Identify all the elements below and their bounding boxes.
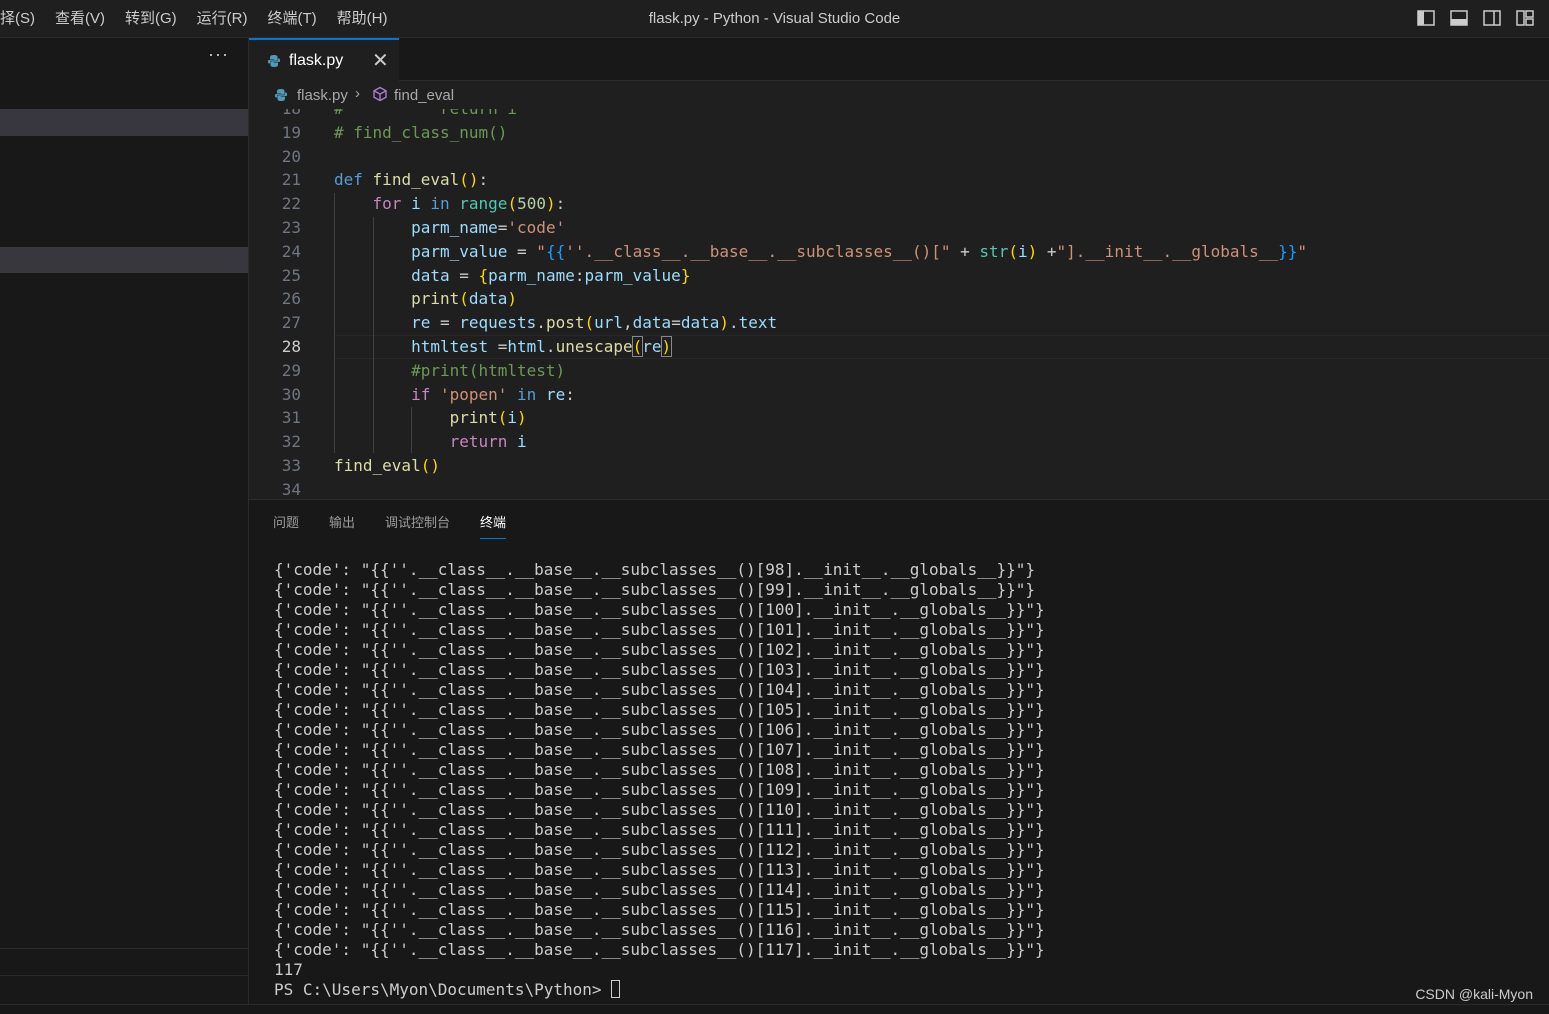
- panel-tabs: 问题 输出 调试控制台 终端: [273, 514, 507, 539]
- menu-item-run[interactable]: 运行(R): [187, 0, 258, 37]
- terminal-line: {'code': "{{''.__class__.__base__.__subc…: [274, 880, 1045, 899]
- toggle-secondary-sidebar-icon[interactable]: [1482, 8, 1502, 28]
- terminal-line: {'code': "{{''.__class__.__base__.__subc…: [274, 900, 1045, 919]
- tab-terminal[interactable]: 终端: [480, 514, 507, 539]
- editor-tab-bar: flask.py ✕: [249, 38, 1549, 81]
- breadcrumb-symbol[interactable]: find_eval: [394, 87, 454, 104]
- menu-item-help[interactable]: 帮助(H): [327, 0, 398, 37]
- line-number: 21: [281, 170, 301, 190]
- line-number: 31: [281, 408, 301, 428]
- tab-problems[interactable]: 问题: [273, 514, 299, 538]
- toggle-panel-icon[interactable]: [1449, 8, 1469, 28]
- terminal-line: {'code': "{{''.__class__.__base__.__subc…: [274, 720, 1045, 739]
- menu-bar: 择(S) 查看(V) 转到(G) 运行(R) 终端(T) 帮助(H): [0, 0, 397, 37]
- terminal-prompt[interactable]: PS C:\Users\Myon\Documents\Python>: [274, 980, 1045, 1000]
- terminal-line: {'code': "{{''.__class__.__base__.__subc…: [274, 840, 1045, 859]
- layout-controls: [1416, 8, 1535, 28]
- breadcrumb: flask.py › find_eval: [249, 82, 1549, 109]
- code-line: def find_eval():: [334, 170, 489, 190]
- menu-item-terminal[interactable]: 终端(T): [258, 0, 327, 37]
- code-line: parm_value = "{{''.__class__.__base__.__…: [411, 241, 1307, 261]
- menu-item-selection[interactable]: 择(S): [0, 0, 45, 37]
- line-number: 28: [281, 337, 301, 356]
- line-number: 34: [281, 479, 301, 499]
- line-number: 29: [281, 360, 301, 380]
- terminal-line: {'code': "{{''.__class__.__base__.__subc…: [274, 940, 1045, 959]
- terminal-line: {'code': "{{''.__class__.__base__.__subc…: [274, 580, 1035, 599]
- line-number: 20: [281, 146, 301, 166]
- line-number: 24: [281, 241, 301, 261]
- line-number: 22: [281, 194, 301, 214]
- code-line: find_eval(): [334, 456, 440, 475]
- code-line: # return i: [334, 109, 517, 118]
- tab-output[interactable]: 输出: [329, 514, 355, 538]
- line-number: 33: [281, 456, 301, 475]
- code-line: if 'popen' in re:: [411, 384, 575, 404]
- close-icon[interactable]: ✕: [372, 48, 389, 73]
- line-number: 18: [249, 109, 301, 118]
- python-file-icon: [267, 55, 281, 67]
- menu-item-view[interactable]: 查看(V): [45, 0, 115, 37]
- terminal-cursor: [611, 980, 621, 998]
- terminal-line: {'code': "{{''.__class__.__base__.__subc…: [274, 920, 1045, 939]
- terminal-line: {'code': "{{''.__class__.__base__.__subc…: [274, 800, 1045, 819]
- code-line: print(data): [411, 289, 518, 309]
- terminal-line: {'code': "{{''.__class__.__base__.__subc…: [274, 740, 1045, 759]
- terminal-line: {'code': "{{''.__class__.__base__.__subc…: [274, 660, 1045, 679]
- code-line: print(i): [449, 408, 527, 428]
- code-line: #print(htmltest): [411, 360, 566, 380]
- sidebar: ···: [0, 38, 249, 1013]
- symbol-method-icon: [373, 86, 387, 102]
- code-line: parm_name='code': [411, 218, 566, 237]
- terminal-line: {'code': "{{''.__class__.__base__.__subc…: [274, 560, 1035, 579]
- tab-flask-py[interactable]: flask.py ✕: [249, 38, 399, 81]
- menu-item-go[interactable]: 转到(G): [115, 0, 187, 37]
- terminal-line: {'code': "{{''.__class__.__base__.__subc…: [274, 600, 1045, 619]
- title-bar: 择(S) 查看(V) 转到(G) 运行(R) 终端(T) 帮助(H) flask…: [0, 0, 1549, 38]
- sidebar-divider: [0, 975, 248, 976]
- terminal-line: {'code': "{{''.__class__.__base__.__subc…: [274, 680, 1045, 699]
- line-number: 25: [281, 265, 301, 285]
- line-number: 30: [281, 384, 301, 404]
- line-number: 23: [281, 218, 301, 237]
- terminal-line: {'code': "{{''.__class__.__base__.__subc…: [274, 700, 1045, 719]
- sidebar-selected-row[interactable]: [0, 109, 248, 136]
- terminal-line: {'code': "{{''.__class__.__base__.__subc…: [274, 620, 1045, 639]
- code-line: htmltest =html.unescape(re): [411, 336, 673, 357]
- terminal-line: {'code': "{{''.__class__.__base__.__subc…: [274, 640, 1045, 659]
- terminal-line: {'code': "{{''.__class__.__base__.__subc…: [274, 860, 1045, 879]
- tab-label: flask.py: [289, 52, 344, 69]
- bottom-panel: 问题 输出 调试控制台 终端 {'code': "{{''.__class__.…: [249, 499, 1549, 1005]
- sidebar-selected-row[interactable]: [0, 247, 248, 273]
- terminal-line: {'code': "{{''.__class__.__base__.__subc…: [274, 760, 1045, 779]
- watermark: CSDN @kali-Myon: [1415, 986, 1533, 1002]
- python-file-icon: [274, 89, 288, 101]
- breadcrumb-file[interactable]: flask.py: [297, 87, 348, 104]
- line-number: 32: [281, 432, 301, 452]
- tab-debug-console[interactable]: 调试控制台: [385, 514, 450, 538]
- terminal-line: {'code': "{{''.__class__.__base__.__subc…: [274, 780, 1045, 799]
- code-line: re = requests.post(url,data=data).text: [411, 313, 778, 333]
- code-line: return i: [449, 432, 527, 452]
- more-actions-button[interactable]: ···: [208, 44, 229, 65]
- code-line: for i in range(500):: [372, 194, 566, 214]
- code-line: # find_class_num(): [334, 122, 508, 142]
- code-line: data = {parm_name:parm_value}: [411, 265, 691, 285]
- terminal-line: 117: [274, 960, 303, 979]
- code-editor[interactable]: 18 # return i 19 # find_class_num() 20 21 def …: [249, 109, 1549, 499]
- line-number: 26: [281, 289, 301, 309]
- line-number: 27: [281, 313, 301, 333]
- chevron-right-icon: ›: [355, 85, 360, 102]
- customize-layout-icon[interactable]: [1515, 8, 1535, 28]
- sidebar-divider: [0, 948, 248, 949]
- line-number: 19: [281, 122, 301, 142]
- toggle-primary-sidebar-icon[interactable]: [1416, 8, 1436, 28]
- terminal-line: {'code': "{{''.__class__.__base__.__subc…: [274, 820, 1045, 839]
- terminal-output[interactable]: {'code': "{{''.__class__.__base__.__subc…: [274, 560, 1045, 1000]
